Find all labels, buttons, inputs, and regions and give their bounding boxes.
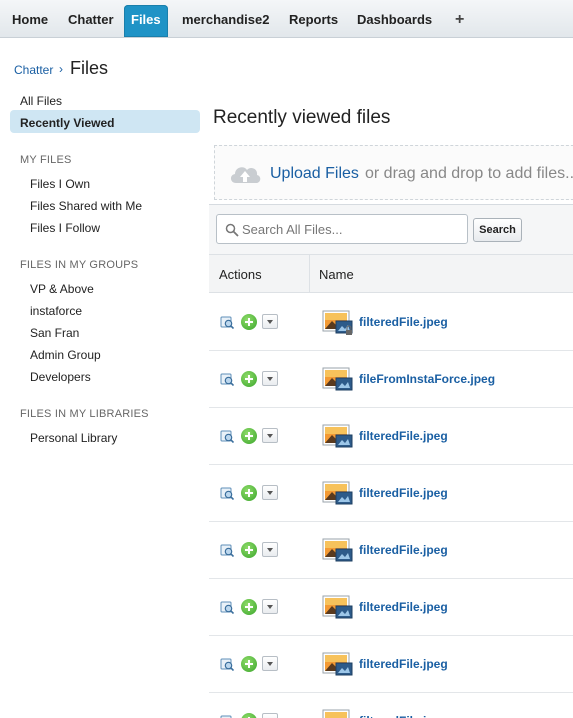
tab-merchandise2[interactable]: merchandise2 xyxy=(175,6,276,34)
preview-icon[interactable] xyxy=(220,429,234,443)
file-name-link[interactable]: filteredFile.jpeg xyxy=(359,714,448,718)
file-name-link[interactable]: filteredFile.jpeg xyxy=(359,429,448,443)
image-file-icon xyxy=(322,709,350,718)
follow-plus-icon[interactable] xyxy=(241,485,257,501)
preview-icon[interactable] xyxy=(220,315,234,329)
image-file-icon xyxy=(322,367,353,391)
preview-icon[interactable] xyxy=(220,543,234,557)
follow-plus-icon[interactable] xyxy=(241,428,257,444)
sidebar-heading-groups: FILES IN MY GROUPS xyxy=(20,259,139,271)
sidebar-item-vp-above[interactable]: VP & Above xyxy=(30,282,94,296)
breadcrumb-separator: › xyxy=(59,62,63,76)
tab-reports[interactable]: Reports xyxy=(282,6,345,34)
follow-plus-icon[interactable] xyxy=(241,314,257,330)
follow-plus-icon[interactable] xyxy=(241,542,257,558)
follow-plus-icon[interactable] xyxy=(241,371,257,387)
table-row: filteredFile.jpeg xyxy=(209,579,573,636)
cloud-upload-icon xyxy=(230,167,261,183)
page-title: Files xyxy=(70,58,109,78)
table-row: filteredFile.jpeg xyxy=(209,294,573,351)
image-file-icon xyxy=(322,424,353,448)
tab-dashboards[interactable]: Dashboards xyxy=(350,6,439,34)
sidebar-item-instaforce[interactable]: instaforce xyxy=(30,304,82,318)
row-actions-dropdown[interactable] xyxy=(262,485,278,500)
sidebar-item-files-i-own[interactable]: Files I Own xyxy=(30,177,90,191)
tab-files[interactable]: Files xyxy=(124,5,168,37)
sidebar-item-files-shared-with-me[interactable]: Files Shared with Me xyxy=(30,199,142,213)
table-row: filteredFile.jpeg xyxy=(209,408,573,465)
column-divider xyxy=(309,255,310,293)
preview-icon[interactable] xyxy=(220,657,234,671)
search-icon xyxy=(225,223,239,237)
search-box xyxy=(216,214,468,244)
image-file-icon xyxy=(322,481,353,505)
column-header-actions[interactable]: Actions xyxy=(219,267,262,282)
preview-icon[interactable] xyxy=(220,714,234,718)
tab-bar: Home Chatter Files merchandise2 Reports … xyxy=(0,0,573,38)
follow-plus-icon[interactable] xyxy=(241,656,257,672)
upload-files-link[interactable]: Upload Files xyxy=(270,165,359,183)
upload-drop-zone[interactable]: Upload Files or drag and drop to add fil… xyxy=(214,145,573,200)
file-name-link[interactable]: filteredFile.jpeg xyxy=(359,543,448,557)
row-actions-dropdown[interactable] xyxy=(262,599,278,614)
tab-home[interactable]: Home xyxy=(5,6,55,34)
row-actions-dropdown[interactable] xyxy=(262,314,278,329)
image-file-icon xyxy=(322,538,353,562)
file-name-link[interactable]: filteredFile.jpeg xyxy=(359,600,448,614)
tab-chatter[interactable]: Chatter xyxy=(61,6,121,34)
sidebar-item-san-fran[interactable]: San Fran xyxy=(30,326,79,340)
section-title: Recently viewed files xyxy=(213,107,391,128)
image-file-icon xyxy=(322,595,353,619)
grid-toolbar: Search xyxy=(209,205,573,255)
sidebar-item-recently-viewed[interactable]: Recently Viewed xyxy=(20,116,115,130)
files-grid: Search Actions Name filteredFile.jpeg xyxy=(209,204,573,718)
table-row: filteredFile.jpeg xyxy=(209,693,573,718)
row-actions-dropdown[interactable] xyxy=(262,713,278,718)
preview-icon[interactable] xyxy=(220,486,234,500)
add-tab-button[interactable]: + xyxy=(448,6,471,34)
sidebar-item-files-i-follow[interactable]: Files I Follow xyxy=(30,221,100,235)
file-name-link[interactable]: filteredFile.jpeg xyxy=(359,315,448,329)
image-file-icon xyxy=(322,310,353,335)
breadcrumb-chatter-link[interactable]: Chatter xyxy=(14,63,53,77)
follow-plus-icon[interactable] xyxy=(241,599,257,615)
search-input[interactable] xyxy=(242,220,462,238)
column-header-name[interactable]: Name xyxy=(319,267,354,282)
follow-plus-icon[interactable] xyxy=(241,713,257,718)
table-row: filteredFile.jpeg xyxy=(209,465,573,522)
sidebar-item-admin-group[interactable]: Admin Group xyxy=(30,348,101,362)
file-name-link[interactable]: filteredFile.jpeg xyxy=(359,657,448,671)
table-row: filteredFile.jpeg xyxy=(209,522,573,579)
file-name-link[interactable]: filteredFile.jpeg xyxy=(359,486,448,500)
file-name-link[interactable]: fileFromInstaForce.jpeg xyxy=(359,372,495,386)
search-button[interactable]: Search xyxy=(473,218,522,242)
sidebar-item-personal-library[interactable]: Personal Library xyxy=(30,431,117,445)
table-row: fileFromInstaForce.jpeg xyxy=(209,351,573,408)
image-file-icon xyxy=(322,652,353,676)
preview-icon[interactable] xyxy=(220,372,234,386)
row-actions-dropdown[interactable] xyxy=(262,656,278,671)
row-actions-dropdown[interactable] xyxy=(262,371,278,386)
preview-icon[interactable] xyxy=(220,600,234,614)
column-header-row: Actions Name xyxy=(209,255,573,293)
table-row: filteredFile.jpeg xyxy=(209,636,573,693)
sidebar-item-developers[interactable]: Developers xyxy=(30,370,91,384)
sidebar-heading-libraries: FILES IN MY LIBRARIES xyxy=(20,408,149,420)
upload-hint: or drag and drop to add files... xyxy=(365,165,573,182)
sidebar-item-all-files[interactable]: All Files xyxy=(20,94,62,108)
row-actions-dropdown[interactable] xyxy=(262,428,278,443)
row-actions-dropdown[interactable] xyxy=(262,542,278,557)
sidebar-heading-my-files: MY FILES xyxy=(20,154,72,166)
